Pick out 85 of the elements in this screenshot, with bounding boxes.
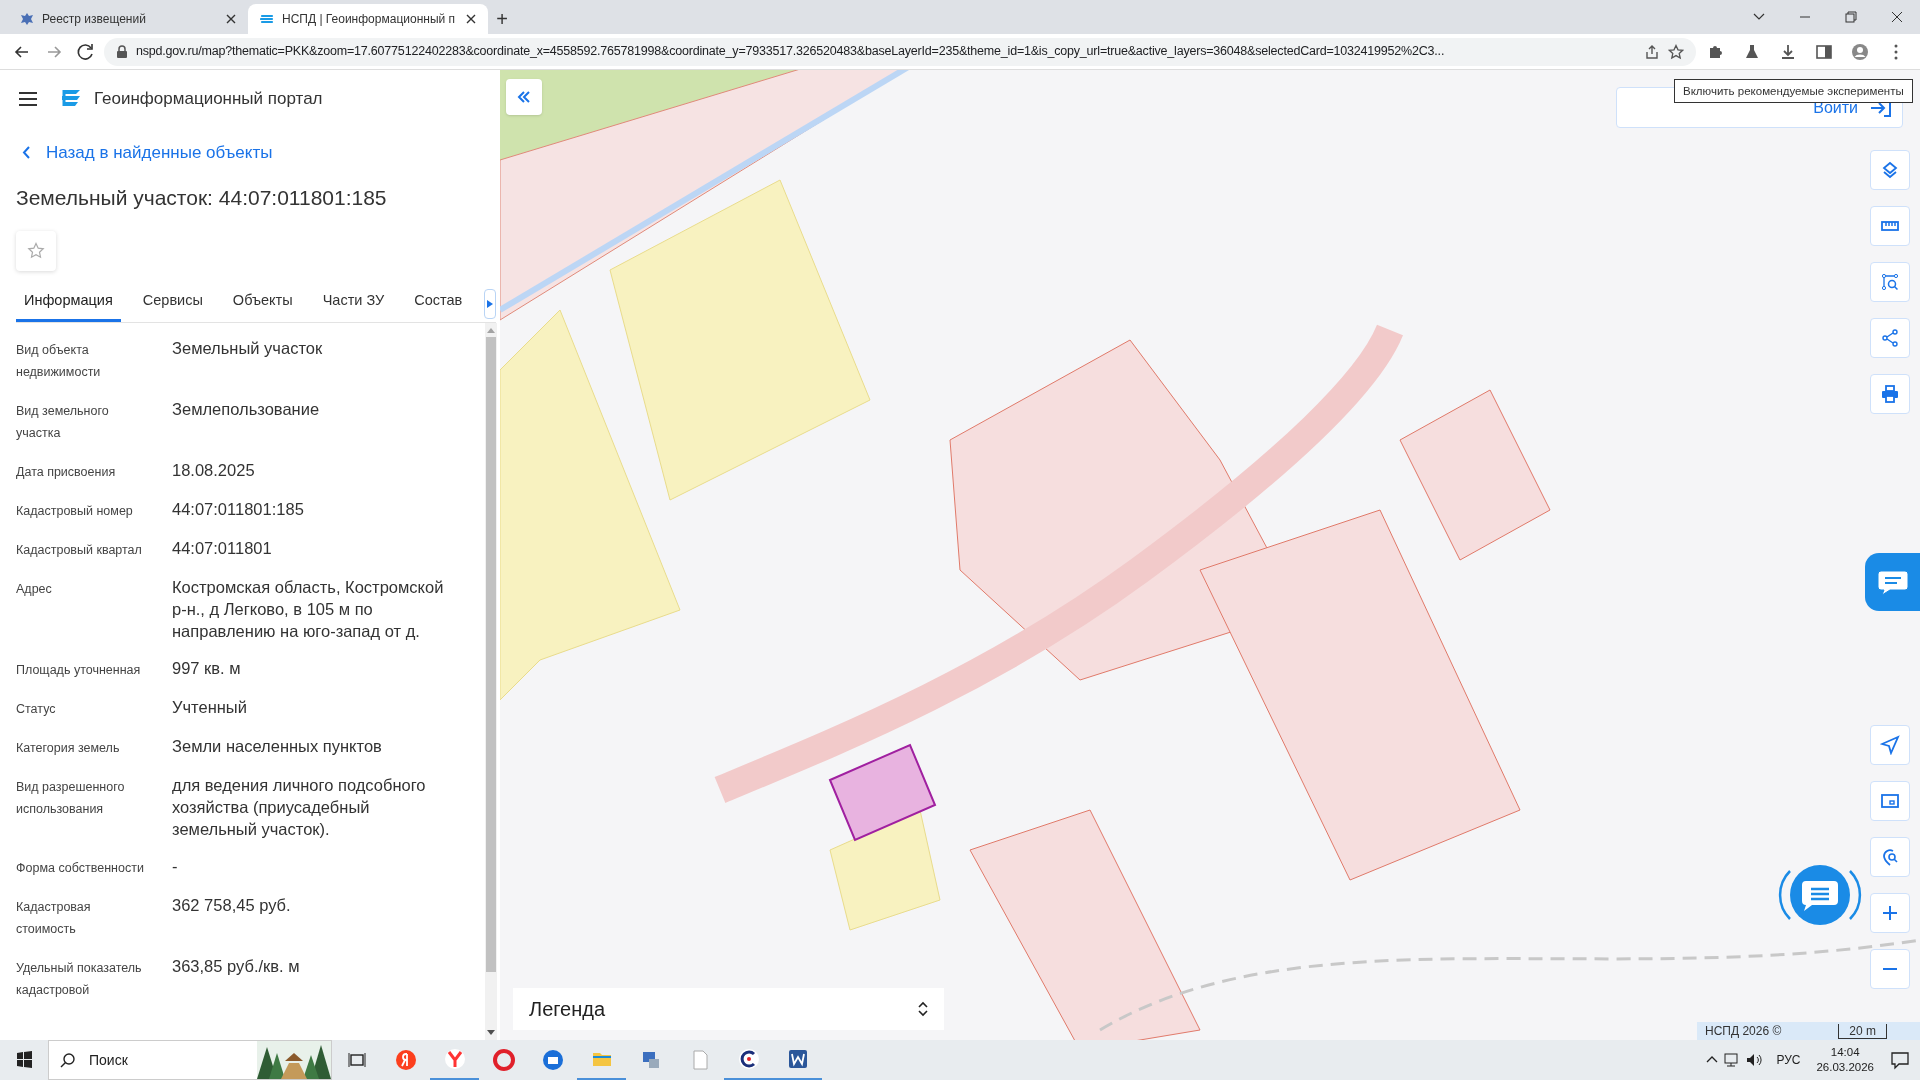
map-tool-button[interactable] — [1870, 781, 1910, 821]
clock-time[interactable]: 14:04 — [1830, 1045, 1860, 1060]
location-search-icon — [1880, 847, 1900, 867]
field-label: Кадастровый квартал — [16, 542, 143, 559]
tab-title: НСПД | Геоинформационный п — [282, 11, 457, 28]
share-icon — [1880, 328, 1900, 348]
clock-date[interactable]: 26.03.2026 — [1816, 1060, 1874, 1075]
field-value: Земли населенных пунктов — [172, 736, 383, 757]
field-value: Учтенный — [172, 697, 248, 718]
field-label: Адрес — [16, 581, 53, 598]
field-value: Земельный участок — [172, 338, 324, 359]
search-icon — [60, 1052, 76, 1068]
double-chevron-left-icon — [517, 91, 531, 103]
page-heading: Земельный участок: 44:07:011801:185 — [16, 184, 388, 211]
chevron-up-down-icon — [918, 1001, 928, 1017]
field-value: Землепользование — [172, 399, 321, 420]
share-icon[interactable] — [1644, 43, 1660, 60]
star-icon — [27, 242, 45, 260]
tooltip: Включить рекомендуемые эксперименты — [1674, 79, 1913, 103]
print-icon — [1880, 384, 1900, 404]
star-icon[interactable] — [1668, 43, 1684, 60]
field-value: 18.08.2025 — [172, 460, 256, 481]
map-tool-button[interactable] — [1870, 318, 1910, 358]
scroll-tabs-button[interactable] — [484, 289, 496, 319]
field-value: 363,85 руб./кв. м — [172, 956, 301, 977]
field-label: Кадастровая стоимость — [16, 899, 92, 938]
scale-bar: 20 m — [1838, 1023, 1887, 1039]
field-label: Удельный показатель кадастровой — [16, 960, 143, 999]
map-tool-button[interactable] — [1870, 893, 1910, 933]
field-label: Дата присвоения — [16, 464, 117, 481]
field-label: Статус — [16, 701, 57, 718]
mail-client-icon[interactable] — [541, 1049, 564, 1071]
scroll-up-icon — [487, 327, 495, 333]
chevron-left-icon — [22, 146, 30, 160]
caret-right-icon — [487, 300, 494, 308]
language-indicator[interactable]: РУС — [1776, 1051, 1801, 1069]
map-tool-button[interactable] — [1870, 262, 1910, 302]
field-label: Форма собственности — [16, 860, 145, 877]
map-tool-button[interactable] — [1870, 837, 1910, 877]
info-tab[interactable]: Состав — [406, 282, 471, 322]
map-tool-button[interactable] — [1870, 374, 1910, 414]
legend-toggle[interactable]: Легенда — [513, 988, 944, 1030]
field-value: 44:07:011801 — [172, 538, 273, 559]
scroll-down-icon — [487, 1030, 495, 1036]
back-link[interactable]: Назад в найденные объекты — [22, 140, 273, 166]
address-bar[interactable] — [104, 37, 1696, 66]
lock-icon — [116, 44, 128, 59]
map-tool-button[interactable] — [1870, 725, 1910, 765]
map-tool-button[interactable] — [1870, 150, 1910, 190]
field-value: Костромская область, Костромской р-н., д Легково, в 105 м по направлению на юго-запад от д. — [172, 577, 445, 642]
info-tab[interactable]: Объекты — [224, 282, 301, 322]
layers-icon — [1880, 160, 1900, 180]
frame-icon — [1880, 791, 1900, 811]
collapse-panel-button[interactable] — [506, 79, 542, 115]
field-value: 997 кв. м — [172, 658, 242, 679]
field-value: 362 758,45 руб. — [172, 895, 292, 916]
scrollbar[interactable] — [485, 323, 497, 1040]
field-value: 44:07:011801:185 — [172, 499, 305, 520]
close-icon[interactable] — [466, 14, 476, 24]
field-label: Кадастровый номер — [16, 503, 134, 520]
emblem-icon — [20, 12, 34, 26]
info-tab[interactable]: Сервисы — [134, 282, 211, 322]
info-tab[interactable]: Информация — [16, 282, 121, 322]
area-search-icon — [1880, 272, 1900, 292]
browser-tab[interactable]: НСПД | Геоинформационный п — [248, 4, 488, 34]
new-tab-button[interactable]: + — [488, 4, 516, 34]
close-icon[interactable] — [226, 14, 236, 24]
tab-title: Реестр извещений — [42, 11, 147, 28]
field-value: для ведения личного подсобного хозяйства (приусадебный земельный участок). — [172, 775, 427, 840]
field-label: Вид объекта недвижимости — [16, 342, 102, 381]
field-label: Вид разрешенного использования — [16, 779, 126, 818]
field-label: Площадь уточненная — [16, 662, 142, 679]
map-tool-button[interactable] — [1870, 206, 1910, 246]
field-label: Категория земель — [16, 740, 121, 757]
field-label: Вид земельного участка — [16, 403, 110, 442]
url-text: nspd.gov.ru/map?thematic=PKK&zoom=17.60775122402283&coordinate_x=4558592.765781998&coordinate_y=7933517.326520483&baseLayerId=235&theme_id=1&is_copy_url=true&active_layers=36048&selectedCard=1032419952%2C3... — [136, 43, 1445, 61]
attribution-text: НСПД 2026 © — [1705, 1023, 1782, 1040]
info-tab[interactable]: Части ЗУ — [314, 282, 393, 322]
support-tab-button[interactable] — [1865, 553, 1920, 611]
portal-logo-icon — [260, 12, 274, 26]
portal-title: Геоинформационный портал — [94, 88, 323, 111]
zoom-in-icon — [1880, 903, 1900, 923]
field-value: - — [172, 856, 179, 877]
navigation-arrow-icon — [1880, 735, 1900, 755]
menu-icon[interactable] — [18, 91, 38, 107]
